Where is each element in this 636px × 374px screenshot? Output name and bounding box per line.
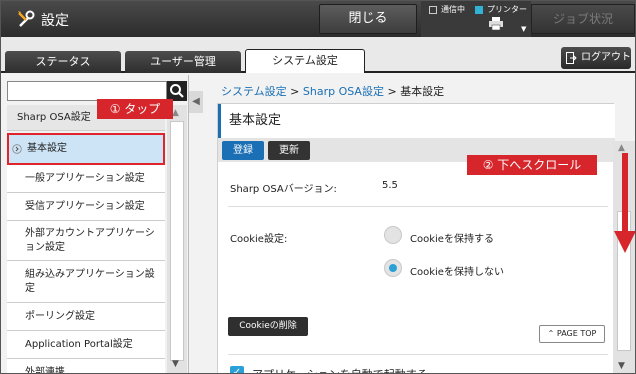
sidebar-item-label: 外部連携 [25,366,65,374]
job-status-button[interactable]: ジョブ状況 [531,4,635,34]
tab-system-settings[interactable]: システム設定 [245,49,365,73]
app-title: 設定 [41,13,69,29]
chevron-right-icon [12,144,22,154]
divider [228,354,608,355]
printer-icon[interactable] [489,17,503,30]
communication-status-checkbox [429,6,437,14]
cookie-delete-button[interactable]: Cookieの削除 [228,317,308,336]
page-top-button[interactable]: ⌃ PAGE TOP [539,325,605,343]
auto-start-label: アプリケーションを自動で起動する [252,366,428,373]
search-icon [170,84,184,98]
top-bar: 設定 閉じる 通信中 プリンター ▼ ジョブ状況 [1,1,635,37]
printer-status-indicator [475,6,483,14]
page-title: 基本設定 [218,104,615,138]
sidebar-item-basic-settings[interactable]: 基本設定 [7,133,165,165]
sidebar-item-label: 組み込みアプリケーション設定 [25,268,155,294]
cookie-not-keep-label: Cookieを保持しない [410,267,504,278]
sidebar-item-polling[interactable]: ポーリング設定 [7,303,165,331]
sidebar-item-label: 外部アカウントアプリケーション設定 [25,227,155,253]
breadcrumb-sharp-osa[interactable]: Sharp OSA設定 [303,85,384,98]
sidebar-item-label: ポーリング設定 [25,310,95,322]
sidebar-item-external-link[interactable]: 外部連携 [7,359,165,374]
logout-label: ログアウト [581,52,631,63]
register-button[interactable]: 登録 [222,141,264,160]
settings-window: 設定 閉じる 通信中 プリンター ▼ ジョブ状況 ステータス ユーザー管理 シス… [0,0,636,374]
sidebar-item-label: Application Portal設定 [25,338,133,350]
sidebar-item-label: 受信アプリケーション設定 [25,200,145,212]
tap-callout: ① タップ [97,99,173,119]
scroll-down-icon[interactable]: ▼ [172,359,179,369]
breadcrumb-current: 基本設定 [400,85,445,98]
version-label: Sharp OSAバージョン: [230,184,337,195]
chevron-up-icon: ⌃ [547,329,555,338]
tab-user-management[interactable]: ユーザー管理 [125,51,241,73]
close-button[interactable]: 閉じる [319,4,417,34]
sidebar-item-label: 一般アプリケーション設定 [25,172,145,184]
breadcrumb: システム設定 > Sharp OSA設定 > 基本設定 [221,83,444,99]
cookie-keep-label: Cookieを保持する [410,234,494,245]
search-input[interactable] [7,81,167,101]
divider [228,206,608,207]
scroll-callout: ② 下へスクロール [467,155,597,175]
sidebar-scrollbar[interactable]: ▲ ▼ [167,105,187,373]
sidebar-scroll-thumb[interactable] [170,121,184,361]
breadcrumb-separator: > [286,85,303,98]
update-button[interactable]: 更新 [268,141,310,160]
tab-status[interactable]: ステータス [5,51,121,73]
search-button[interactable] [167,81,187,101]
auto-start-checkbox[interactable]: ✓ [230,366,244,373]
breadcrumb-separator: > [383,85,401,98]
communication-status-label: 通信中 [441,5,465,14]
sidebar-collapse-handle[interactable]: ◀ [189,91,203,113]
version-value: 5.5 [382,180,398,191]
sidebar-item-general-apps[interactable]: 一般アプリケーション設定 [7,165,165,193]
sidebar-item-application-portal[interactable]: Application Portal設定 [7,331,165,359]
breadcrumb-system-settings[interactable]: システム設定 [221,85,287,98]
sidebar-item-receive-apps[interactable]: 受信アプリケーション設定 [7,193,165,221]
sidebar-item-label: 基本設定 [27,143,67,154]
cookie-keep-radio[interactable] [384,226,402,244]
printer-label: プリンター [487,5,527,14]
sidebar-item-embedded-apps[interactable]: 組み込みアプリケーション設定 [7,261,165,303]
scroll-down-arrow-annotation [614,153,635,253]
chevron-down-icon[interactable]: ▼ [521,25,526,33]
sidebar: Sharp OSA設定 基本設定 一般アプリケーション設定 受信アプリケーション… [1,75,189,374]
scroll-up-icon[interactable]: ▲ [172,108,179,118]
page-top-label: PAGE TOP [556,329,597,338]
logout-icon [566,52,577,64]
sidebar-group-label: Sharp OSA設定 [17,111,91,123]
scroll-down-icon[interactable]: ▼ [618,361,625,371]
tab-bar: ステータス ユーザー管理 システム設定 [1,37,635,73]
cookie-setting-label: Cookie設定: [230,234,288,245]
sidebar-item-external-account-apps[interactable]: 外部アカウントアプリケーション設定 [7,221,165,261]
tools-icon [18,10,35,27]
cookie-not-keep-radio[interactable] [384,259,402,277]
logout-button[interactable]: ログアウト [561,47,631,69]
scroll-up-icon[interactable]: ▲ [618,143,625,153]
